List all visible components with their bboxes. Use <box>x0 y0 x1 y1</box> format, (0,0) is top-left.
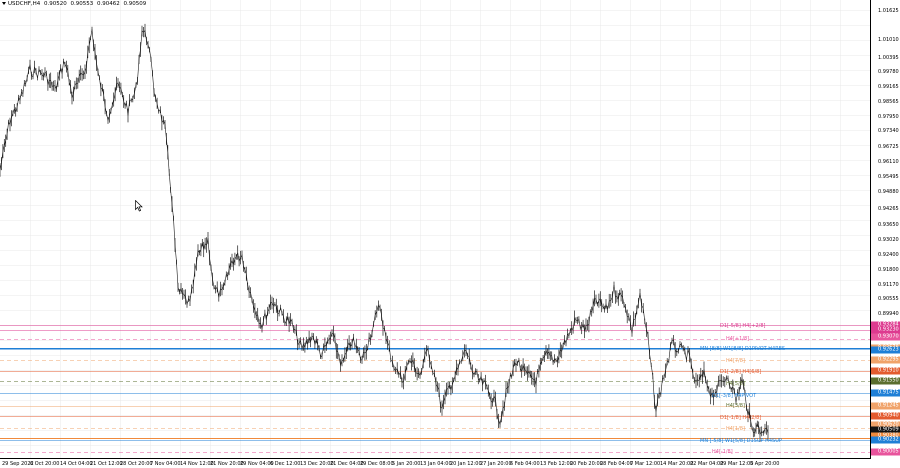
price-tag: 0.91910 <box>871 367 900 375</box>
price-tag: 0.90005 <box>871 448 900 456</box>
time-axis-label: 14 Mar 20:00 <box>660 461 694 467</box>
level-label: D1[-2/8] H4[6/8] <box>720 369 762 375</box>
ohlc-low: 0.90462 <box>97 1 120 7</box>
time-axis-label: 14 Oct 04:00 <box>60 461 93 467</box>
time-axis-label: 29 Sep 2022 <box>2 461 34 467</box>
time-axis-label: 7 Mar 12:00 <box>630 461 661 467</box>
price-axis-label: 1.01010 <box>878 36 899 43</box>
level-label: H4[5/8] <box>726 381 745 387</box>
price-axis-label: 0.98565 <box>878 98 899 105</box>
level-label: D1[-3/8] H4PIVOT <box>712 393 757 399</box>
plot-area[interactable] <box>0 0 871 459</box>
price-axis-label: 0.97950 <box>878 113 899 120</box>
time-axis-label: 5 Apr 20:00 <box>750 461 780 467</box>
price-tag: 0.91550 <box>871 377 900 385</box>
chart-window[interactable]: USDCHF,H4 0.90520 0.90553 0.90462 0.9050… <box>0 0 900 468</box>
ohlc-close: 0.90509 <box>123 1 147 7</box>
price-axis-label: 0.94880 <box>878 188 899 195</box>
level-label: H4[-1/8] <box>712 449 733 455</box>
level-label: H4[+1/8] <box>726 336 750 342</box>
price-axis-label: 0.96725 <box>878 143 899 150</box>
time-axis-label: 20 Jan 12:00 <box>450 461 482 467</box>
price-chart-svg[interactable] <box>0 0 870 458</box>
level-label: D1[-5/8] H4[+2/8] <box>720 323 766 329</box>
symbol-timeframe: USDCHF,H4 <box>8 1 41 7</box>
time-axis-label: 29 Mar 12:00 <box>720 461 754 467</box>
mouse-cursor-icon <box>135 200 143 212</box>
price-axis-label: 0.90555 <box>878 295 899 302</box>
price-tag: 0.92295 <box>871 356 900 364</box>
time-axis-label: 27 Jan 20:00 <box>480 461 512 467</box>
symbol-info-bar: USDCHF,H4 0.90520 0.90553 0.90462 0.9050… <box>2 1 148 7</box>
price-axis-label: 1.01625 <box>878 7 899 14</box>
price-tag: 0.91245 <box>871 402 900 410</box>
time-axis-label: 28 Feb 04:00 <box>600 461 633 467</box>
ohlc-open: 0.90520 <box>44 1 67 7</box>
price-tag: 0.90940 <box>871 412 900 420</box>
price-axis-label: 0.99165 <box>878 83 899 90</box>
price-axis-label: 0.93020 <box>878 236 899 243</box>
level-label: H4[1/8] <box>726 426 745 432</box>
time-axis-label: 6 Dec 12:00 <box>270 461 301 467</box>
time-axis-label: 13 Feb 12:00 <box>540 461 573 467</box>
price-series <box>0 23 769 442</box>
ohlc-high: 0.90553 <box>70 1 94 7</box>
level-label: H4[7/8] <box>726 358 745 364</box>
price-axis-label: 0.91170 <box>878 281 899 288</box>
price-axis-label: 0.92400 <box>878 251 899 258</box>
time-axis-label: 21 Dec 04:00 <box>330 461 364 467</box>
time-axis-label: 21 Oct 12:00 <box>90 461 123 467</box>
level-label: D1[-1/8] H4[2/8] <box>720 415 762 421</box>
price-tag: 0.93230 <box>871 326 900 334</box>
time-axis-label: 5 Jan 20:00 <box>392 461 421 467</box>
price-axis-label: 0.89940 <box>878 310 899 317</box>
price-tag: 0.91475 <box>871 389 900 397</box>
price-axis-label: 0.97340 <box>878 127 899 134</box>
level-label: H4[3/8] <box>726 403 745 409</box>
time-axis-label: 21 Nov 20:00 <box>210 461 244 467</box>
price-axis-label: 0.96110 <box>878 158 899 165</box>
price-tag: 0.92623 <box>871 346 900 354</box>
time-axis-label: 6 Feb 04:00 <box>510 461 540 467</box>
price-tag: 0.90232 <box>871 436 900 444</box>
time-axis-label: 22 Mar 04:00 <box>690 461 724 467</box>
price-axis-label: 0.99780 <box>878 68 899 75</box>
time-axis-label: 7 Nov 04:00 <box>150 461 181 467</box>
time-axis-label: 29 Nov 04:00 <box>240 461 274 467</box>
time-axis-label: 20 Feb 20:00 <box>570 461 603 467</box>
price-axis-label: 0.93650 <box>878 221 899 228</box>
time-axis-label: 6 Oct 20:00 <box>30 461 60 467</box>
level-label: MN [-5/8] W1[5/8] D1SUP H4SUP <box>700 438 782 444</box>
level-label: MN [8/8] W1[8/8] D1PIVOT H4RES <box>700 346 786 352</box>
price-tag: 0.93070 <box>871 333 900 341</box>
time-axis-label: 28 Oct 20:00 <box>120 461 153 467</box>
price-axis-label: 1.00395 <box>878 54 899 61</box>
time-axis-label: 13 Dec 20:00 <box>300 461 334 467</box>
time-axis-label: 13 Jan 04:00 <box>420 461 452 467</box>
time-axis-label: 14 Nov 12:00 <box>180 461 214 467</box>
price-axis-label: 0.95495 <box>878 173 899 180</box>
time-axis-label: 29 Dec 08:00 <box>360 461 394 467</box>
price-axis-label: 0.94265 <box>878 205 899 212</box>
price-axis-label: 0.91800 <box>878 266 899 273</box>
collapse-triangle-icon[interactable] <box>2 2 6 5</box>
